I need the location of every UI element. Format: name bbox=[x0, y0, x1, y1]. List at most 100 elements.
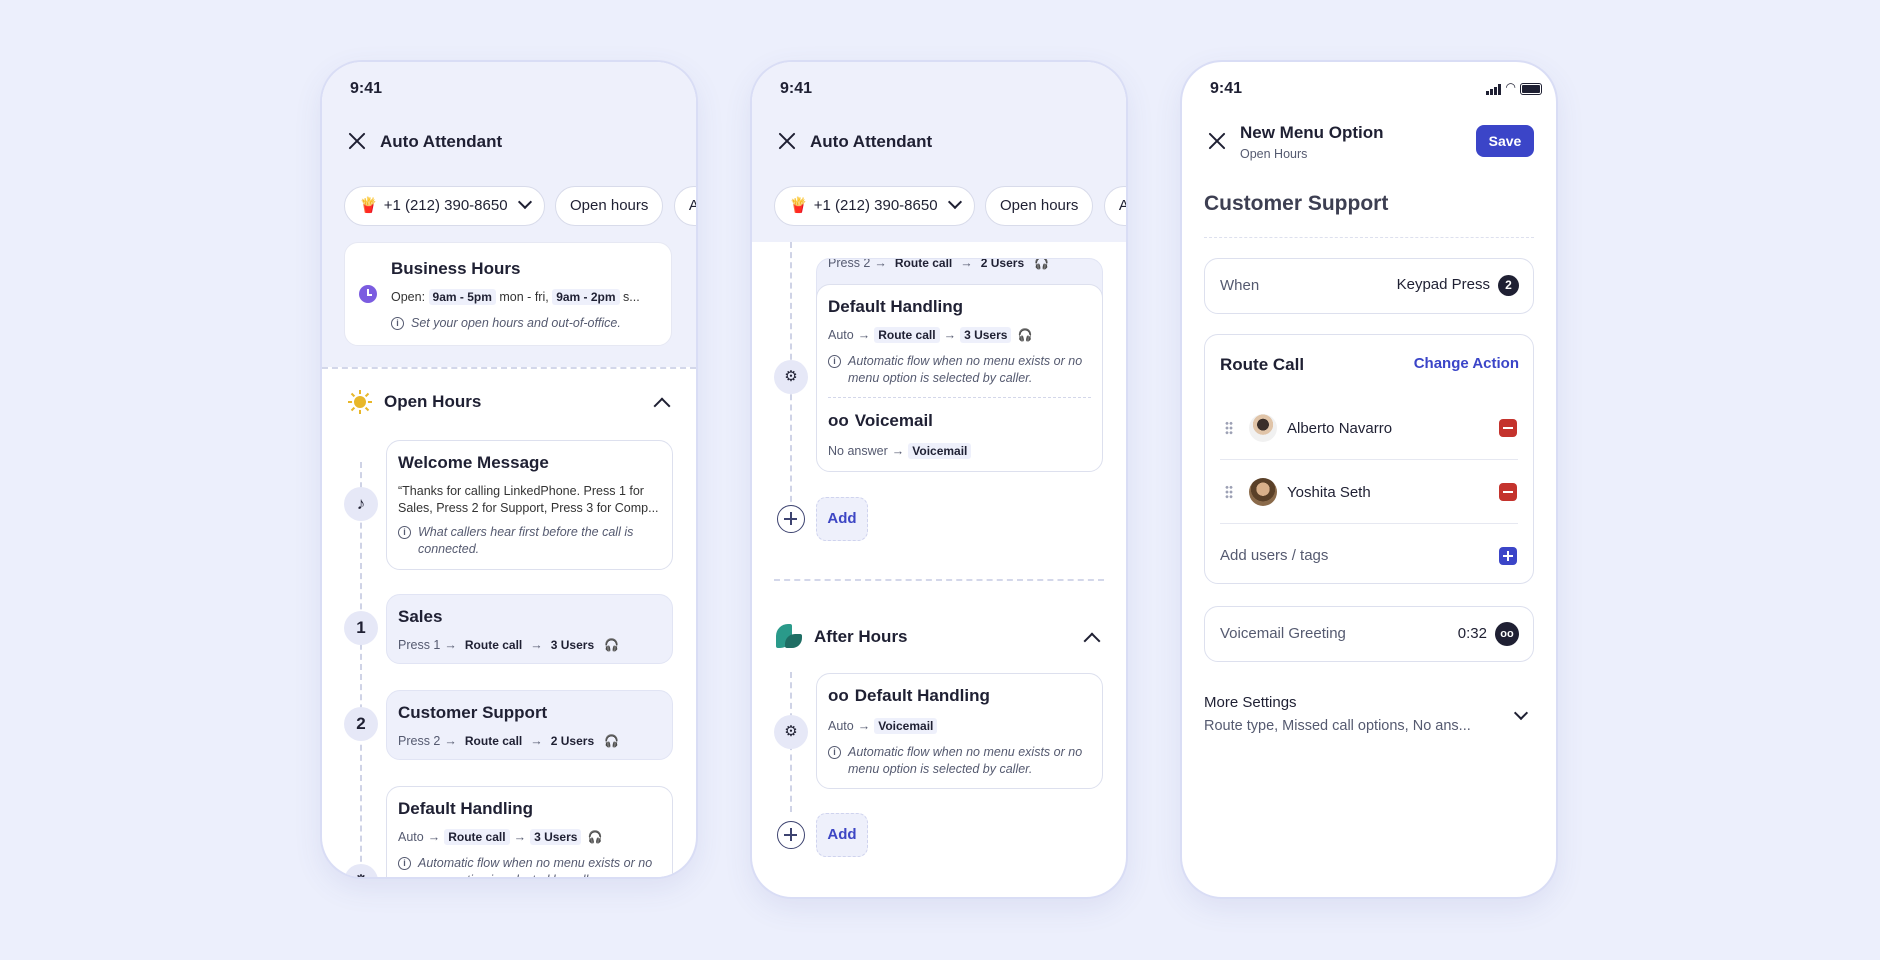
clock-icon bbox=[359, 285, 377, 303]
when-row[interactable]: When Keypad Press 2 bbox=[1204, 258, 1534, 314]
headset-icon: 🎧 bbox=[1017, 328, 1033, 342]
welcome-text: “Thanks for calling LinkedPhone. Press 1… bbox=[398, 484, 659, 515]
after-default-handling-card[interactable]: oo Default Handling Auto → Voicemail i Autom… bbox=[816, 673, 1103, 789]
after-default-title: oo Default Handling bbox=[828, 686, 990, 705]
chip-open-hours[interactable]: Open hours bbox=[555, 186, 664, 226]
default-info: i Automatic flow when no menu exists or n… bbox=[398, 855, 660, 877]
sales-title: Sales bbox=[398, 607, 443, 626]
note-icon: ♪ bbox=[344, 487, 378, 521]
option-number-1: 1 bbox=[344, 611, 378, 645]
chip-after-hours[interactable]: A bbox=[1103, 186, 1126, 226]
headset-icon: 🎧 bbox=[587, 830, 603, 844]
voicemail-flow: No answer → Voicemail bbox=[828, 443, 972, 459]
when-value: Keypad Press 2 bbox=[1397, 275, 1519, 296]
open-hours-title: Open Hours bbox=[384, 392, 482, 411]
route-call-title: Route Call bbox=[1220, 355, 1305, 374]
drag-handle-icon[interactable] bbox=[1225, 421, 1233, 435]
close-icon[interactable] bbox=[778, 132, 796, 150]
after-hours-title: After Hours bbox=[814, 627, 908, 646]
menu-option-customer-support[interactable]: Customer Support Press 2 → Route call → 2 Us… bbox=[386, 690, 673, 760]
headset-icon: 🎧 bbox=[604, 638, 620, 652]
when-label: When bbox=[1220, 277, 1260, 294]
after-default-info: i Automatic flow when no menu exists or n… bbox=[828, 744, 1090, 778]
remove-user-button[interactable] bbox=[1499, 419, 1517, 437]
remove-user-button[interactable] bbox=[1499, 483, 1517, 501]
default-handling-card[interactable]: Default Handling Auto → Route call → 3 Users… bbox=[386, 786, 673, 877]
after-hours-icon bbox=[776, 624, 802, 648]
days-1: mon - fri, bbox=[499, 290, 549, 304]
voicemail-icon[interactable]: oo bbox=[1495, 622, 1519, 646]
more-settings-subtitle: Route type, Missed call options, No ans.… bbox=[1204, 718, 1471, 734]
section-title[interactable]: Customer Support bbox=[1204, 192, 1388, 216]
divider bbox=[322, 367, 696, 369]
add-circle-icon[interactable] bbox=[777, 505, 805, 533]
chip-open-hours[interactable]: Open hours bbox=[985, 186, 1094, 226]
phone-number-label: +1 (212) 390-8650 bbox=[383, 197, 508, 214]
filter-chips: 🍟 +1 (212) 390-8650 Open hours A bbox=[774, 186, 1126, 226]
page-title: Auto Attendant bbox=[810, 132, 933, 151]
cut-card-flow: Press 2 → Route call → 2 Users 🎧 bbox=[828, 258, 1050, 271]
add-button[interactable]: Add bbox=[816, 497, 868, 541]
chevron-up-icon[interactable] bbox=[1083, 632, 1101, 650]
voicemail-greeting-label: Voicemail Greeting bbox=[1220, 625, 1346, 642]
chip-after-hours[interactable]: A bbox=[673, 186, 696, 226]
route-call-card: Route Call Change Action Alberto Navarro… bbox=[1204, 334, 1534, 584]
status-time: 9:41 bbox=[350, 80, 383, 97]
headset-icon: 🎧 bbox=[1034, 258, 1050, 270]
phone-number-label: +1 (212) 390-8650 bbox=[813, 197, 938, 214]
menu-option-sales[interactable]: Sales Press 1 → Route call → 3 Users 🎧 bbox=[386, 594, 673, 664]
support-title: Customer Support bbox=[398, 703, 548, 722]
chevron-down-icon bbox=[947, 194, 962, 210]
phone-number-select[interactable]: 🍟 +1 (212) 390-8650 bbox=[774, 186, 975, 226]
add-users-input[interactable]: Add users / tags bbox=[1220, 547, 1328, 564]
default-title: Default Handling bbox=[398, 799, 534, 818]
signal-icon bbox=[1486, 84, 1502, 95]
gear-icon: ⚙ bbox=[774, 360, 808, 394]
slot-2: 9am - 2pm bbox=[552, 289, 620, 305]
add-circle-icon[interactable] bbox=[777, 821, 805, 849]
default-flow: Auto → Route call → 3 Users 🎧 bbox=[398, 829, 603, 845]
info-icon: i bbox=[828, 355, 841, 368]
filter-chips: 🍟 +1 (212) 390-8650 Open hours A bbox=[344, 186, 696, 226]
close-icon[interactable] bbox=[1208, 132, 1226, 150]
page-subtitle: Open Hours bbox=[1240, 147, 1308, 161]
default-info: i Automatic flow when no menu exists or n… bbox=[828, 353, 1090, 387]
chevron-up-icon[interactable] bbox=[653, 397, 671, 415]
phone-screen-auto-attendant-open: 9:41 Auto Attendant 🍟 +1 (212) 390-8650 O… bbox=[322, 62, 696, 877]
default-handling-card[interactable]: Default Handling Auto → Route call → 3 Users… bbox=[816, 284, 1103, 472]
phone-number-select[interactable]: 🍟 +1 (212) 390-8650 bbox=[344, 186, 545, 226]
chevron-down-icon[interactable] bbox=[1513, 705, 1529, 721]
drag-handle-icon[interactable] bbox=[1225, 485, 1233, 499]
info-icon: i bbox=[398, 857, 411, 870]
close-icon[interactable] bbox=[348, 132, 366, 150]
divider bbox=[1204, 237, 1534, 238]
voicemail-greeting-row[interactable]: Voicemail Greeting 0:32 oo bbox=[1204, 606, 1534, 662]
flag-icon: 🍟 bbox=[359, 197, 378, 214]
welcome-message-card[interactable]: Welcome Message “Thanks for calling Link… bbox=[386, 440, 673, 570]
phone-screen-auto-attendant-scrolled: Press 2 → Route call → 2 Users 🎧 9:41 Auto At… bbox=[752, 62, 1126, 897]
open-label: Open: bbox=[391, 290, 426, 304]
page-title: New Menu Option bbox=[1240, 123, 1384, 142]
avatar bbox=[1249, 478, 1277, 506]
flag-icon: 🍟 bbox=[789, 197, 808, 214]
after-default-flow: Auto → Voicemail bbox=[828, 718, 938, 734]
add-button[interactable]: Add bbox=[816, 813, 868, 857]
default-title: Default Handling bbox=[828, 297, 964, 316]
add-user-button[interactable] bbox=[1499, 547, 1517, 565]
business-hours-card[interactable]: Business Hours Open: 9am - 5pm mon - fri… bbox=[344, 242, 672, 346]
change-action-link[interactable]: Change Action bbox=[1414, 355, 1519, 372]
welcome-info: i What callers hear first before the call… bbox=[398, 524, 660, 558]
avatar bbox=[1249, 414, 1277, 442]
headset-icon: 🎧 bbox=[604, 734, 620, 748]
default-flow: Auto → Route call → 3 Users 🎧 bbox=[828, 327, 1033, 343]
more-settings-title[interactable]: More Settings bbox=[1204, 694, 1297, 711]
gear-icon: ⚙ bbox=[774, 715, 808, 749]
timeline-line bbox=[360, 462, 362, 877]
battery-icon bbox=[1520, 83, 1542, 95]
info-icon: i bbox=[398, 526, 411, 539]
info-icon: i bbox=[828, 746, 841, 759]
business-hours-info: i Set your open hours and out-of-office. bbox=[391, 315, 621, 332]
gear-icon: ⚙ bbox=[344, 864, 378, 877]
save-button[interactable]: Save bbox=[1476, 125, 1534, 157]
phone-screen-new-menu-option: 9:41 ◠ New Menu Option Open Hours Save C… bbox=[1182, 62, 1556, 897]
